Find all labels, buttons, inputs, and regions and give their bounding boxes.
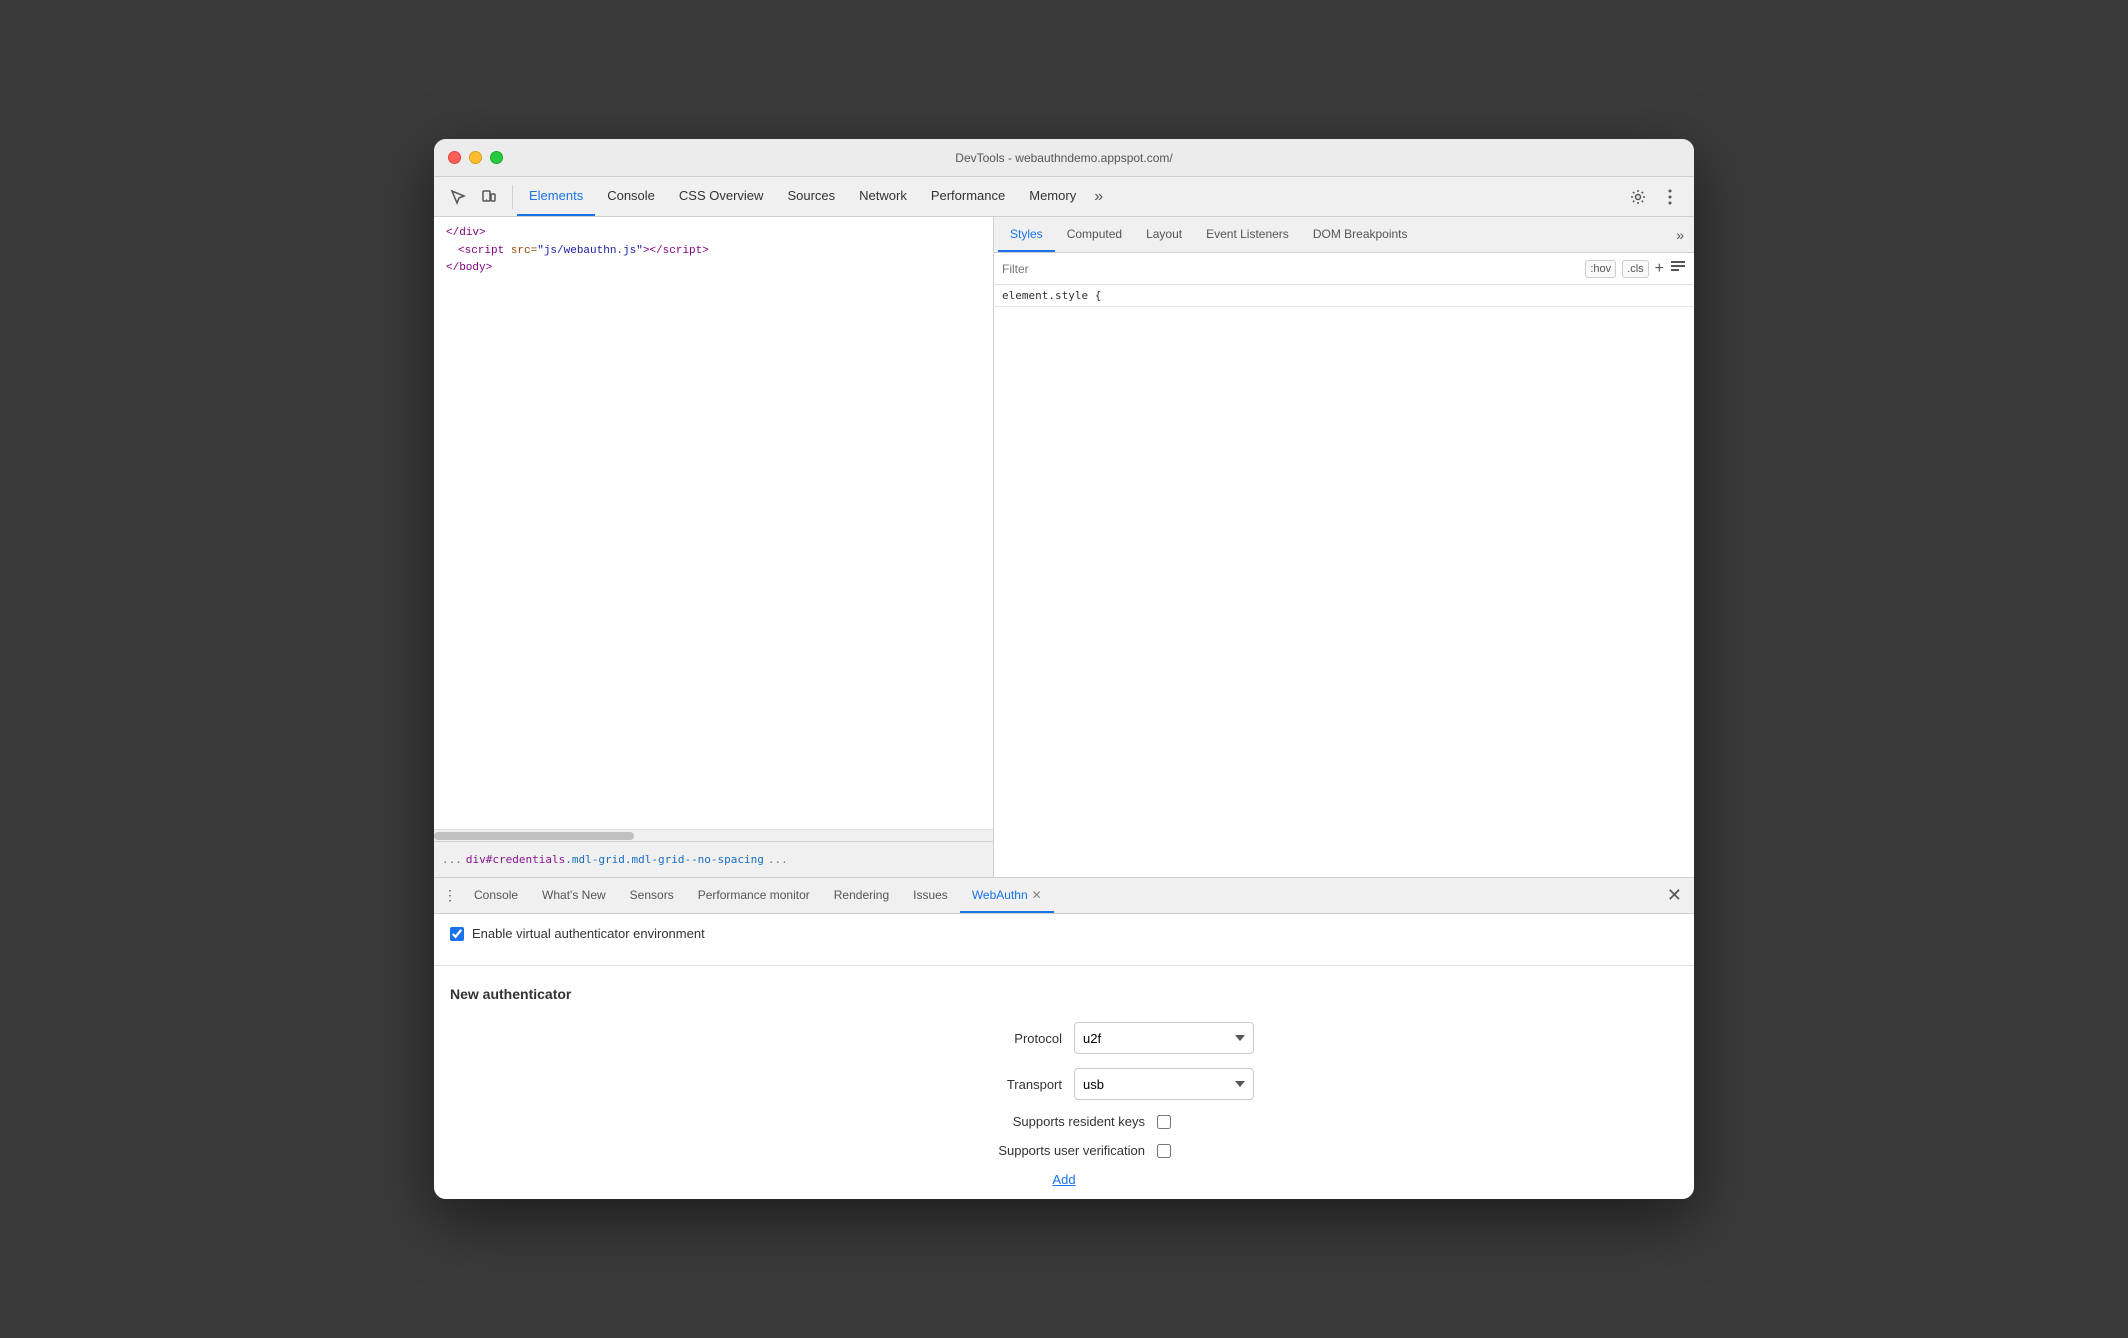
add-button[interactable]: Add bbox=[1052, 1172, 1075, 1187]
tab-computed[interactable]: Computed bbox=[1055, 217, 1134, 252]
minimize-button[interactable] bbox=[469, 151, 482, 164]
enable-virtual-checkbox[interactable] bbox=[450, 927, 464, 941]
devtools-body: </div> <script src="js/webauthn.js"></sc… bbox=[434, 217, 1694, 877]
devtools-toolbar: Elements Console CSS Overview Sources Ne… bbox=[434, 177, 1694, 217]
drawer-tab-performance-monitor[interactable]: Performance monitor bbox=[686, 878, 822, 913]
tab-console[interactable]: Console bbox=[595, 177, 667, 216]
toggle-style-icon[interactable] bbox=[1670, 258, 1686, 279]
customize-icon[interactable] bbox=[1656, 183, 1684, 211]
toolbar-icon-group bbox=[438, 183, 508, 211]
drawer-tab-sensors[interactable]: Sensors bbox=[618, 878, 686, 913]
code-line-1: </div> bbox=[446, 225, 981, 243]
styles-panel: Styles Computed Layout Event Listeners D… bbox=[994, 217, 1694, 877]
maximize-button[interactable] bbox=[490, 151, 503, 164]
user-verify-label: Supports user verification bbox=[957, 1143, 1157, 1158]
traffic-lights bbox=[434, 151, 503, 164]
tab-layout[interactable]: Layout bbox=[1134, 217, 1194, 252]
filter-bar: :hov .cls + bbox=[994, 253, 1694, 285]
drawer-tabs: ⋮ Console What's New Sensors Performance… bbox=[434, 878, 1694, 914]
toolbar-tabs: Elements Console CSS Overview Sources Ne… bbox=[517, 177, 1109, 216]
close-button[interactable] bbox=[448, 151, 461, 164]
tab-styles[interactable]: Styles bbox=[998, 217, 1055, 252]
webauthn-content: Enable virtual authenticator environment… bbox=[434, 914, 1694, 1199]
tab-sources[interactable]: Sources bbox=[775, 177, 847, 216]
breadcrumb-dots[interactable]: ... bbox=[442, 853, 462, 866]
user-verify-row: Supports user verification bbox=[450, 1143, 1678, 1158]
horizontal-scrollbar[interactable] bbox=[434, 829, 993, 841]
tab-dom-breakpoints[interactable]: DOM Breakpoints bbox=[1301, 217, 1420, 252]
tab-css-overview[interactable]: CSS Overview bbox=[667, 177, 776, 216]
more-styles-tabs-icon[interactable]: » bbox=[1670, 227, 1690, 243]
titlebar: DevTools - webauthndemo.appspot.com/ bbox=[434, 139, 1694, 177]
drawer-menu-icon[interactable]: ⋮ bbox=[438, 884, 462, 908]
protocol-label: Protocol bbox=[874, 1031, 1074, 1046]
section-divider bbox=[434, 965, 1694, 966]
tab-elements[interactable]: Elements bbox=[517, 177, 595, 216]
protocol-row: Protocol u2f ctap2 bbox=[450, 1022, 1678, 1054]
cls-button[interactable]: .cls bbox=[1622, 260, 1649, 278]
enable-virtual-label: Enable virtual authenticator environment bbox=[472, 926, 705, 941]
toolbar-right bbox=[1624, 183, 1690, 211]
inspect-element-icon[interactable] bbox=[444, 183, 472, 211]
breadcrumb: ... div#credentials.mdl-grid.mdl-grid--n… bbox=[434, 841, 993, 877]
device-toolbar-icon[interactable] bbox=[474, 183, 502, 211]
transport-label: Transport bbox=[874, 1077, 1074, 1092]
tab-network[interactable]: Network bbox=[847, 177, 919, 216]
add-style-icon[interactable]: + bbox=[1655, 260, 1664, 278]
drawer-tab-webauthn[interactable]: WebAuthn ✕ bbox=[960, 878, 1054, 913]
hov-button[interactable]: :hov bbox=[1585, 260, 1616, 278]
settings-icon[interactable] bbox=[1624, 183, 1652, 211]
drawer-tab-console[interactable]: Console bbox=[462, 878, 530, 913]
devtools-window: DevTools - webauthndemo.appspot.com/ Ele… bbox=[434, 139, 1694, 1199]
transport-row: Transport usb nfc ble internal bbox=[450, 1068, 1678, 1100]
breadcrumb-element[interactable]: div#credentials.mdl-grid.mdl-grid--no-sp… bbox=[466, 853, 764, 866]
add-btn-row: Add bbox=[450, 1172, 1678, 1187]
elements-code: </div> <script src="js/webauthn.js"></sc… bbox=[434, 217, 993, 829]
user-verify-checkbox[interactable] bbox=[1157, 1144, 1171, 1158]
enable-virtual-row: Enable virtual authenticator environment bbox=[450, 926, 1678, 941]
styles-tabs: Styles Computed Layout Event Listeners D… bbox=[994, 217, 1694, 253]
transport-select[interactable]: usb nfc ble internal bbox=[1074, 1068, 1254, 1100]
elements-panel: </div> <script src="js/webauthn.js"></sc… bbox=[434, 217, 994, 877]
drawer-tab-rendering[interactable]: Rendering bbox=[822, 878, 901, 913]
filter-actions: :hov .cls + bbox=[1585, 258, 1686, 279]
element-style: element.style { bbox=[994, 285, 1694, 307]
toolbar-divider bbox=[512, 185, 513, 209]
tab-event-listeners[interactable]: Event Listeners bbox=[1194, 217, 1301, 252]
drawer-tab-issues[interactable]: Issues bbox=[901, 878, 960, 913]
titlebar-title: DevTools - webauthndemo.appspot.com/ bbox=[955, 151, 1172, 165]
code-line-2: <script src="js/webauthn.js"></script> bbox=[446, 243, 981, 261]
more-tabs-icon[interactable]: » bbox=[1088, 188, 1109, 206]
resident-keys-label: Supports resident keys bbox=[957, 1114, 1157, 1129]
resident-keys-checkbox[interactable] bbox=[1157, 1115, 1171, 1129]
close-drawer-icon[interactable]: ✕ bbox=[1659, 885, 1690, 906]
filter-input[interactable] bbox=[1002, 262, 1585, 276]
drawer-tab-whats-new[interactable]: What's New bbox=[530, 878, 618, 913]
close-webauthn-tab-icon[interactable]: ✕ bbox=[1032, 888, 1042, 902]
tab-memory[interactable]: Memory bbox=[1017, 177, 1088, 216]
new-auth-title: New authenticator bbox=[450, 986, 1678, 1002]
breadcrumb-more[interactable]: ... bbox=[768, 853, 788, 866]
resident-keys-row: Supports resident keys bbox=[450, 1114, 1678, 1129]
tab-performance[interactable]: Performance bbox=[919, 177, 1017, 216]
scrollbar-thumb[interactable] bbox=[434, 832, 634, 840]
code-line-3: </body> bbox=[446, 260, 981, 278]
bottom-drawer: ⋮ Console What's New Sensors Performance… bbox=[434, 877, 1694, 1199]
protocol-select[interactable]: u2f ctap2 bbox=[1074, 1022, 1254, 1054]
